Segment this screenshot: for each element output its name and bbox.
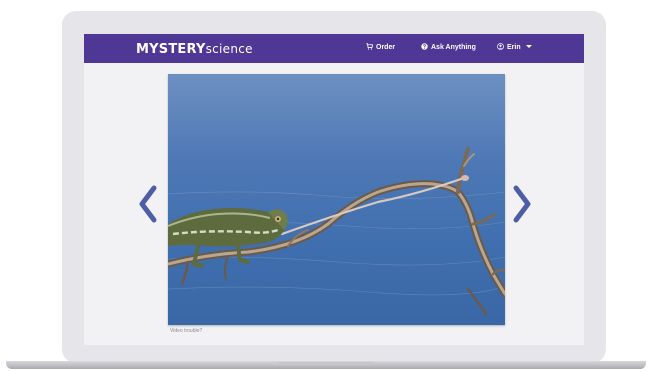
order-link[interactable]: Order <box>366 43 395 53</box>
user-name: Erin <box>507 44 521 51</box>
user-menu[interactable]: Erin <box>497 43 532 53</box>
laptop-base-notch <box>278 362 374 365</box>
caret-down-icon <box>525 45 532 48</box>
user-circle-icon <box>497 43 504 50</box>
question-circle-icon <box>421 43 428 50</box>
chameleon-video-frame <box>168 147 505 316</box>
top-navbar: MYSTERYscience Order Ask Anything Erin <box>84 34 584 63</box>
ask-anything-link[interactable]: Ask Anything <box>421 43 476 53</box>
chameleon-tongue <box>280 176 466 236</box>
chevron-right-icon[interactable] <box>510 184 534 224</box>
video-player[interactable] <box>168 74 505 325</box>
order-label: Order <box>376 44 396 51</box>
chevron-left-icon[interactable] <box>136 184 160 224</box>
logo-bold-text: MYSTERY <box>136 42 206 57</box>
ask-anything-label: Ask Anything <box>431 44 476 51</box>
mystery-science-logo[interactable]: MYSTERYscience <box>136 41 253 57</box>
app-screen: MYSTERYscience Order Ask Anything Erin V… <box>84 34 584 345</box>
logo-light-text: science <box>205 42 253 56</box>
cart-icon <box>366 43 373 50</box>
video-trouble-link[interactable]: Video trouble? <box>170 328 202 334</box>
